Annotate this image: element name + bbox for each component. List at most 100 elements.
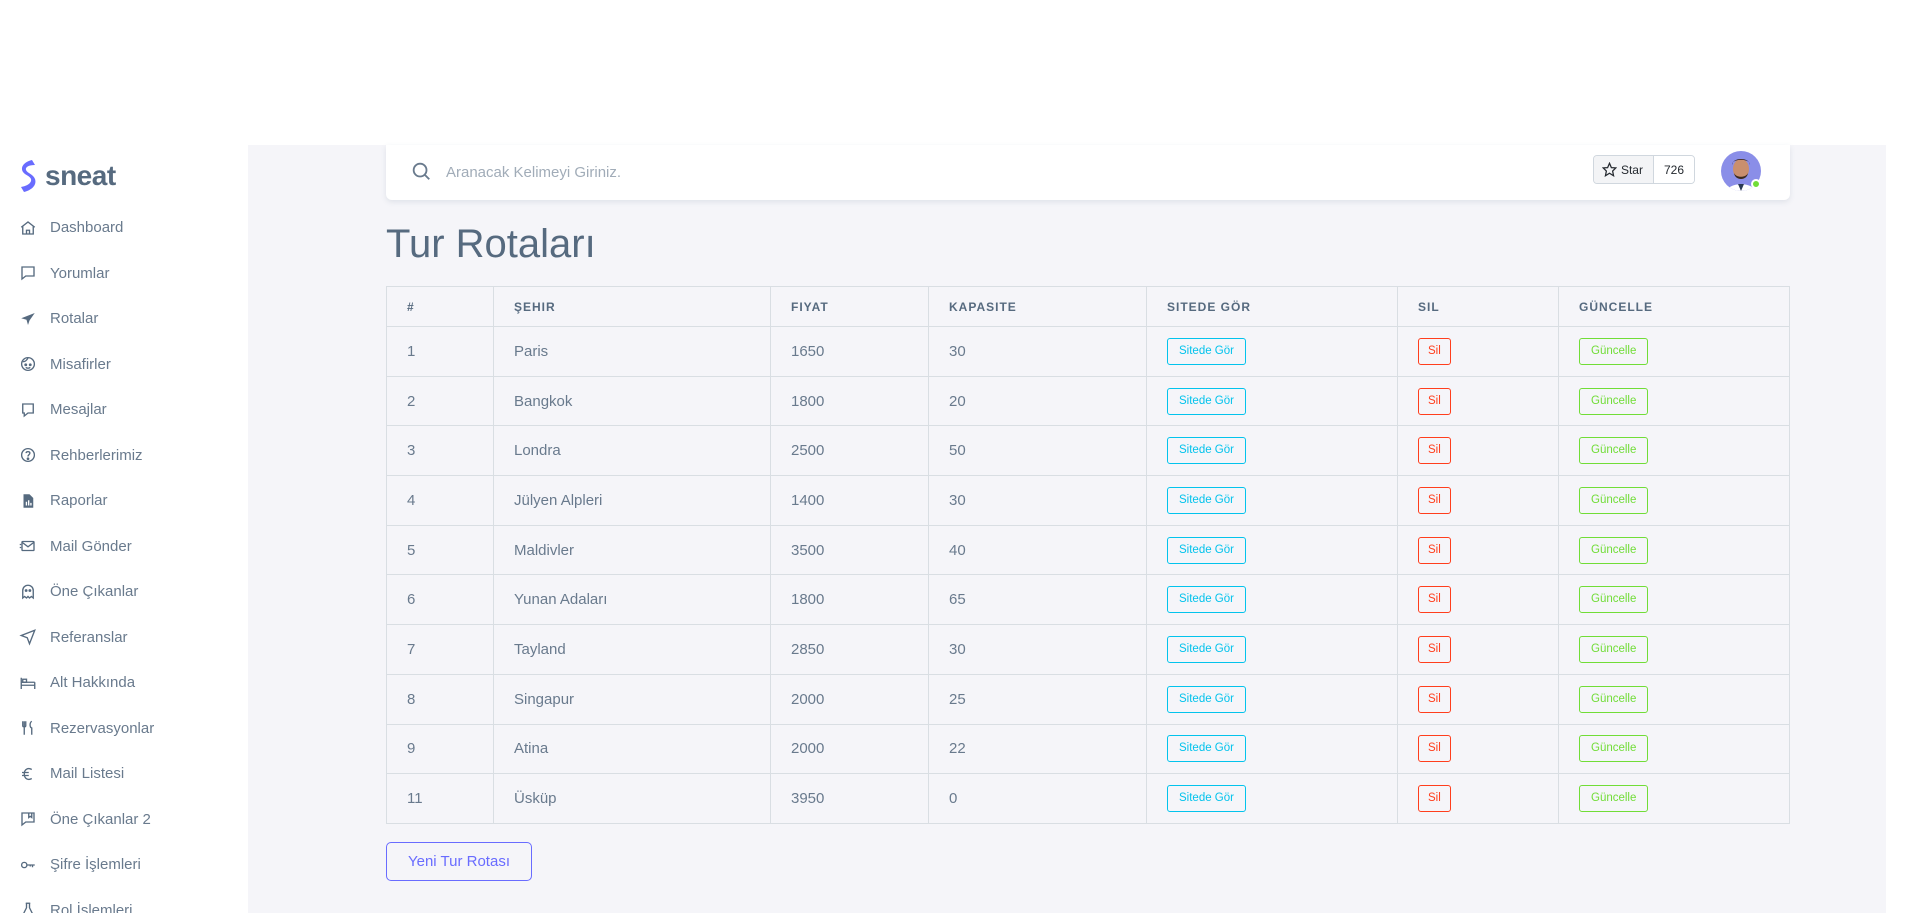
update-button[interactable]: Güncelle <box>1579 486 1649 514</box>
view-on-site-button[interactable]: Sitede Gör <box>1167 337 1246 365</box>
update-button[interactable]: Güncelle <box>1579 635 1649 663</box>
sidebar-item-label: Şifre İşlemleri <box>50 856 141 874</box>
cell-price: 3950 <box>770 773 929 824</box>
sidebar-item-öne-çıkanlar-2[interactable]: Öne Çıkanlar 2 <box>0 797 248 843</box>
update-button[interactable]: Güncelle <box>1579 387 1649 415</box>
cell-delete: Sil <box>1397 475 1559 526</box>
cell-city: Yunan Adaları <box>493 574 771 626</box>
cell-price: 3500 <box>770 524 929 576</box>
delete-button[interactable]: Sil <box>1418 586 1451 614</box>
view-on-site-button[interactable]: Sitede Gör <box>1167 635 1246 663</box>
cell-price: 1650 <box>770 326 929 377</box>
cell-delete: Sil <box>1397 375 1559 427</box>
column-header: GÜNCELLE <box>1558 286 1790 327</box>
sidebar-item-rol-i-şlemleri[interactable]: Rol İşlemleri <box>0 888 248 913</box>
cell-view-on-site: Sitede Gör <box>1146 326 1398 377</box>
update-button[interactable]: Güncelle <box>1579 337 1649 365</box>
cell-capacity: 30 <box>928 326 1147 377</box>
delete-button[interactable]: Sil <box>1418 685 1451 713</box>
delete-button[interactable]: Sil <box>1418 735 1451 763</box>
view-on-site-button[interactable]: Sitede Gör <box>1167 685 1246 713</box>
update-button[interactable]: Güncelle <box>1579 685 1649 713</box>
sidebar-item-misafirler[interactable]: Misafirler <box>0 342 248 388</box>
sidebar-item-label: Dashboard <box>50 219 124 237</box>
user-avatar[interactable] <box>1721 151 1761 191</box>
sidebar-item-öne-çıkanlar[interactable]: Öne Çıkanlar <box>0 569 248 615</box>
sidebar-item-yorumlar[interactable]: Yorumlar <box>0 251 248 297</box>
cell-delete: Sil <box>1397 773 1559 824</box>
sidebar-item-referanslar[interactable]: Referanslar <box>0 615 248 661</box>
star-button[interactable]: Star <box>1593 156 1654 183</box>
cell-city: Singapur <box>493 673 771 725</box>
mail-send-icon <box>19 537 37 555</box>
sidebar-item-şifre-i-şlemleri[interactable]: Şifre İşlemleri <box>0 842 248 888</box>
cell-capacity: 0 <box>928 773 1147 824</box>
cell-id: 1 <box>386 326 494 377</box>
delete-button[interactable]: Sil <box>1418 536 1451 564</box>
view-on-site-button[interactable]: Sitede Gör <box>1167 735 1246 763</box>
view-on-site-button[interactable]: Sitede Gör <box>1167 486 1246 514</box>
cell-city: Paris <box>493 326 771 377</box>
sidebar-item-rezervasyonlar[interactable]: Rezervasyonlar <box>0 706 248 752</box>
delete-button[interactable]: Sil <box>1418 486 1451 514</box>
column-header: ŞEHIR <box>493 286 771 327</box>
update-button[interactable]: Güncelle <box>1579 437 1649 465</box>
cell-delete: Sil <box>1397 326 1559 377</box>
cell-update: Güncelle <box>1558 524 1790 576</box>
face-icon <box>19 355 37 373</box>
delete-button[interactable]: Sil <box>1418 785 1451 813</box>
column-header: FIYAT <box>770 286 929 327</box>
new-route-button[interactable]: Yeni Tur Rotası <box>386 842 532 881</box>
table-row: 7 Tayland 2850 30 Sitede Gör Sil Güncelle <box>386 624 1790 675</box>
sidebar-item-mesajlar[interactable]: Mesajlar <box>0 387 248 433</box>
sneat-logo-icon <box>21 160 36 192</box>
brand[interactable]: sneat <box>0 151 248 201</box>
delete-button[interactable]: Sil <box>1418 387 1451 415</box>
sidebar-item-rehberlerimiz[interactable]: Rehberlerimiz <box>0 433 248 479</box>
delete-button[interactable]: Sil <box>1418 437 1451 465</box>
view-on-site-button[interactable]: Sitede Gör <box>1167 536 1246 564</box>
sidebar-item-dashboard[interactable]: Dashboard <box>0 205 248 251</box>
sidebar-item-label: Mail Listesi <box>50 765 125 783</box>
update-button[interactable]: Güncelle <box>1579 586 1649 614</box>
sidebar-item-label: Öne Çıkanlar 2 <box>50 810 151 828</box>
cell-id: 9 <box>386 723 494 775</box>
sidebar-item-rotalar[interactable]: Rotalar <box>0 296 248 342</box>
sidebar-item-mail-gönder[interactable]: Mail Gönder <box>0 524 248 570</box>
cell-update: Güncelle <box>1558 375 1790 427</box>
help-circle-icon <box>19 446 37 464</box>
update-button[interactable]: Güncelle <box>1579 785 1649 813</box>
view-on-site-button[interactable]: Sitede Gör <box>1167 785 1246 813</box>
cell-view-on-site: Sitede Gör <box>1146 624 1398 675</box>
delete-button[interactable]: Sil <box>1418 635 1451 663</box>
star-count[interactable]: 726 <box>1653 156 1694 183</box>
delete-button[interactable]: Sil <box>1418 337 1451 365</box>
sidebar-item-alt-hakkında[interactable]: Alt Hakkında <box>0 660 248 706</box>
view-on-site-button[interactable]: Sitede Gör <box>1167 387 1246 415</box>
brand-name: sneat <box>45 160 116 191</box>
column-header: # <box>386 286 494 327</box>
cell-city: Jülyen Alpleri <box>493 475 771 526</box>
update-button[interactable]: Güncelle <box>1579 536 1649 564</box>
table-row: 5 Maldivler 3500 40 Sitede Gör Sil Güncelle <box>386 524 1790 576</box>
sidebar-item-raporlar[interactable]: Raporlar <box>0 478 248 524</box>
cell-price: 2850 <box>770 624 929 675</box>
bed-icon <box>19 674 37 692</box>
sidebar-item-label: Misafirler <box>50 355 111 373</box>
view-on-site-button[interactable]: Sitede Gör <box>1167 586 1246 614</box>
cell-delete: Sil <box>1397 524 1559 576</box>
sidebar-item-label: Rol İşlemleri <box>50 901 133 913</box>
comment-bookmark-icon <box>19 810 37 828</box>
euro-icon <box>19 765 37 783</box>
sidebar-item-label: Mail Gönder <box>50 537 132 555</box>
update-button[interactable]: Güncelle <box>1579 735 1649 763</box>
sidebar-item-mail-listesi[interactable]: Mail Listesi <box>0 751 248 797</box>
sidebar-item-label: Rehberlerimiz <box>50 446 143 464</box>
navigation-icon <box>19 628 37 646</box>
sidebar-item-label: Rotalar <box>50 310 99 328</box>
view-on-site-button[interactable]: Sitede Gör <box>1167 437 1246 465</box>
search-input[interactable] <box>446 157 726 187</box>
cell-capacity: 22 <box>928 723 1147 775</box>
sidebar-item-label: Raporlar <box>50 492 108 510</box>
star-icon <box>1601 162 1617 177</box>
